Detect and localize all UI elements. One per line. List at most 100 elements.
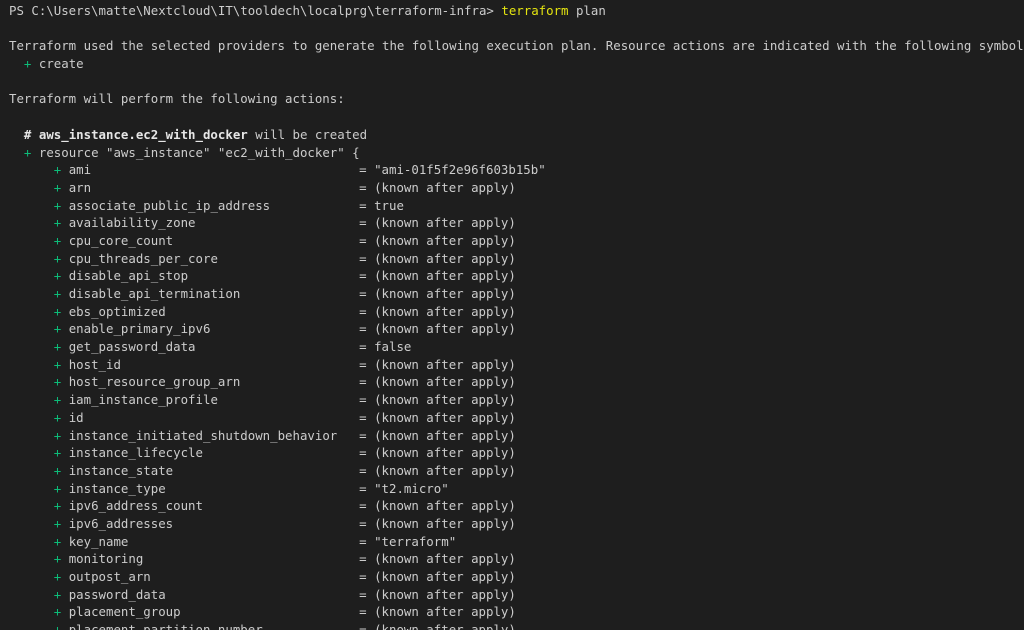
attribute-plus: +	[53, 321, 62, 337]
attribute-name: ebs_optimized	[68, 303, 166, 319]
attribute-plus: +	[53, 604, 62, 620]
attribute-row: + disable_api_termination = (known after…	[53, 286, 516, 301]
attribute-value: (known after apply)	[374, 179, 516, 195]
attribute-name: instance_state	[68, 462, 174, 478]
attribute-name: outpost_arn	[68, 569, 151, 584]
attribute-name: host_resource_group_arn	[68, 374, 241, 390]
attribute-row: + disable_api_stop = (known after apply)	[53, 268, 516, 284]
resource-header: + resource "aws_instance" "ec2_with_dock…	[9, 144, 1024, 162]
attribute-value: (known after apply)	[374, 232, 516, 248]
attribute-value: "t2.micro"	[374, 480, 449, 496]
attribute-row: + instance_type = "t2.micro"	[53, 480, 449, 496]
attribute-name: instance_initiated_shutdown_behavior	[68, 427, 338, 443]
command-argument: plan	[575, 3, 606, 18]
attribute-row: + placement_partition_number = (known af…	[9, 621, 1024, 630]
attribute-name: key_name	[68, 533, 129, 549]
attribute-name: disable_api_termination	[68, 286, 241, 301]
attribute-plus: +	[53, 462, 62, 478]
resource-header-text: resource "aws_instance" "ec2_with_docker…	[38, 144, 360, 160]
create-label: create	[38, 56, 84, 72]
attribute-row: + ipv6_address_count = (known after appl…	[53, 498, 516, 514]
attribute-plus: +	[53, 569, 62, 584]
attribute-value: (known after apply)	[374, 515, 516, 531]
attribute-plus: +	[53, 622, 62, 630]
attribute-value: false	[374, 339, 412, 355]
attribute-value: (known after apply)	[374, 409, 516, 425]
attribute-list: + ami = "ami-01f5f2e96f603b15b" + arn = …	[9, 161, 1024, 630]
attribute-plus: +	[53, 445, 62, 461]
attribute-name: instance_lifecycle	[68, 445, 203, 461]
attribute-value: "terraform"	[374, 533, 457, 549]
attribute-plus: +	[53, 197, 62, 213]
attribute-plus: +	[53, 409, 62, 425]
attribute-value: (known after apply)	[374, 498, 516, 514]
attribute-row: + key_name = "terraform"	[53, 533, 457, 549]
command-name: terraform	[501, 3, 569, 18]
attribute-plus: +	[53, 515, 62, 531]
attribute-row: + id = (known after apply)	[53, 409, 516, 425]
attribute-value: (known after apply)	[374, 286, 516, 301]
actions-heading: Terraform will perform the following act…	[9, 91, 345, 107]
attribute-name: ipv6_address_count	[68, 498, 203, 514]
attribute-value: (known after apply)	[374, 356, 516, 372]
attribute-row: + host_id = (known after apply)	[53, 356, 516, 372]
attribute-name: ipv6_addresses	[68, 515, 174, 531]
resource-plus: +	[23, 144, 32, 160]
attribute-name: arn	[68, 179, 92, 195]
attribute-row: + instance_initiated_shutdown_behavior =…	[53, 427, 516, 443]
attribute-row: + ebs_optimized = (known after apply)	[53, 303, 516, 319]
attribute-name: iam_instance_profile	[68, 392, 218, 408]
attribute-row: + iam_instance_profile = (known after ap…	[53, 392, 516, 408]
attribute-plus: +	[53, 268, 62, 284]
prompt-line: PS C:\Users\matte\Nextcloud\IT\tooldech\…	[9, 2, 1024, 20]
resource-comment: # aws_instance.ec2_with_docker will be c…	[9, 126, 1024, 144]
attribute-value: (known after apply)	[374, 586, 516, 602]
attribute-name: enable_primary_ipv6	[68, 321, 211, 337]
attribute-row: + instance_lifecycle = (known after appl…	[53, 445, 516, 461]
attribute-row: + availability_zone = (known after apply…	[53, 215, 516, 231]
attribute-value: (known after apply)	[374, 321, 516, 337]
prompt-path: PS C:\Users\matte\Nextcloud\IT\tooldech\…	[9, 3, 494, 18]
attribute-plus: +	[53, 480, 62, 496]
attribute-plus: +	[53, 427, 62, 443]
comment-hash: #	[23, 126, 32, 142]
attribute-row: + password_data = (known after apply)	[53, 586, 516, 602]
attribute-name: instance_type	[68, 480, 166, 496]
attribute-name: cpu_threads_per_core	[68, 250, 218, 266]
attribute-name: ami	[68, 162, 92, 178]
create-symbol: +	[23, 56, 32, 72]
attribute-row: + arn = (known after apply)	[53, 179, 516, 195]
attribute-name: id	[68, 409, 84, 425]
attribute-row: + placement_group = (known after apply)	[53, 604, 516, 620]
attribute-plus: +	[53, 232, 62, 248]
attribute-plus: +	[53, 179, 62, 195]
attribute-row: + enable_primary_ipv6 = (known after app…	[53, 321, 516, 337]
attribute-row: + outpost_arn = (known after apply)	[53, 569, 516, 584]
attribute-value: (known after apply)	[374, 250, 516, 266]
attribute-value: (known after apply)	[374, 462, 516, 478]
attribute-row: + ipv6_addresses = (known after apply)	[53, 515, 516, 531]
attribute-plus: +	[53, 162, 62, 178]
attribute-plus: +	[53, 586, 62, 602]
attribute-name: placement_partition_number	[68, 622, 263, 630]
attribute-row: + associate_public_ip_address = true	[53, 197, 404, 213]
attribute-plus: +	[53, 498, 62, 514]
attribute-name: disable_api_stop	[68, 268, 189, 284]
attribute-plus: +	[53, 533, 62, 549]
attribute-row: + monitoring = (known after apply)	[53, 551, 516, 567]
attribute-name: host_id	[68, 356, 121, 372]
attribute-name: password_data	[68, 586, 166, 602]
attribute-value: (known after apply)	[374, 569, 516, 584]
terminal-output[interactable]: PS C:\Users\matte\Nextcloud\IT\tooldech\…	[0, 0, 1024, 630]
symbol-legend: + create	[9, 55, 1024, 73]
comment-suffix: will be created	[255, 126, 368, 142]
attribute-value: (known after apply)	[374, 374, 516, 390]
attribute-name: placement_group	[68, 604, 181, 620]
attribute-plus: +	[53, 286, 62, 301]
attribute-plus: +	[53, 356, 62, 372]
attribute-value: (known after apply)	[374, 392, 516, 408]
attribute-value: (known after apply)	[374, 445, 516, 461]
attribute-plus: +	[53, 392, 62, 408]
